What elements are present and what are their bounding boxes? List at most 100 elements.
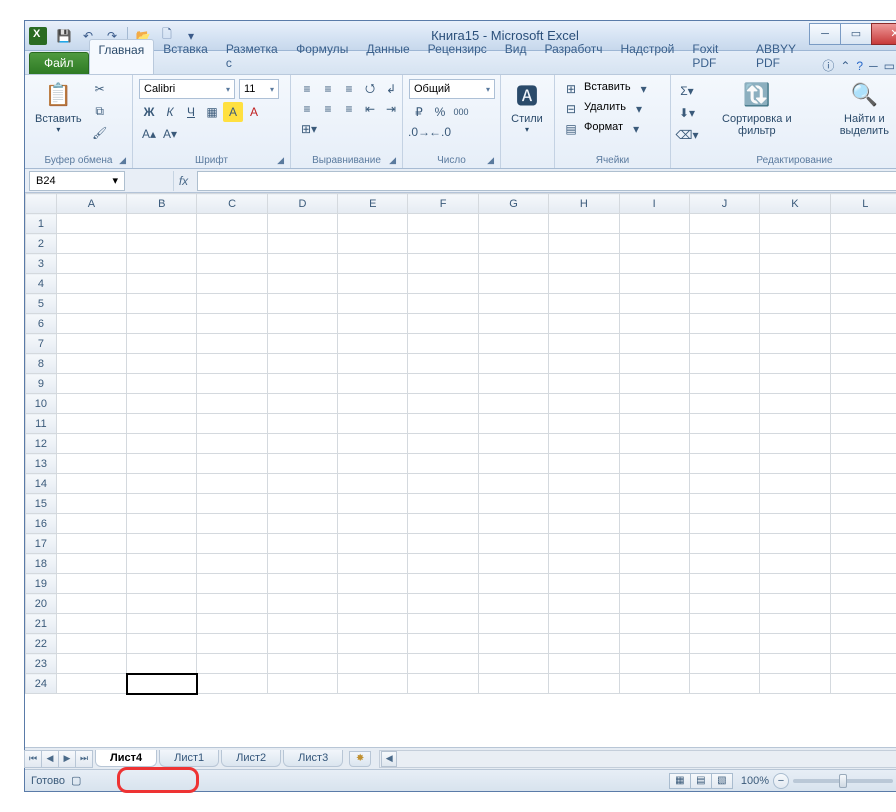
cell[interactable]	[760, 554, 830, 574]
cell[interactable]	[478, 434, 548, 454]
row-header[interactable]: 3	[26, 254, 57, 274]
cell[interactable]	[408, 414, 478, 434]
cell[interactable]	[478, 314, 548, 334]
format-painter-button[interactable]: 🖌	[90, 123, 110, 143]
cell[interactable]	[760, 654, 830, 674]
cell[interactable]	[197, 594, 267, 614]
cell[interactable]	[689, 434, 759, 454]
cell[interactable]	[830, 634, 896, 654]
cell[interactable]	[56, 554, 126, 574]
cell[interactable]	[408, 354, 478, 374]
cell[interactable]	[408, 434, 478, 454]
cell[interactable]	[478, 474, 548, 494]
cell[interactable]	[760, 494, 830, 514]
cell[interactable]	[408, 534, 478, 554]
cell[interactable]	[689, 374, 759, 394]
cell[interactable]	[127, 554, 197, 574]
scroll-left-icon[interactable]: ◀	[381, 751, 397, 767]
cut-button[interactable]: ✂	[90, 79, 110, 99]
cell[interactable]	[619, 214, 689, 234]
help-icon[interactable]: ?	[856, 59, 863, 73]
cell[interactable]	[127, 214, 197, 234]
cell[interactable]	[549, 534, 619, 554]
cell[interactable]	[267, 634, 337, 654]
row-header[interactable]: 19	[26, 574, 57, 594]
cell[interactable]	[197, 314, 267, 334]
cell[interactable]	[408, 574, 478, 594]
column-header[interactable]: A	[56, 194, 126, 214]
align-middle-button[interactable]: ≡	[318, 79, 338, 99]
last-sheet-button[interactable]: ⏭	[75, 750, 93, 768]
cell[interactable]	[197, 394, 267, 414]
cell[interactable]	[830, 334, 896, 354]
cell[interactable]	[689, 474, 759, 494]
column-header[interactable]: H	[549, 194, 619, 214]
cell[interactable]	[408, 294, 478, 314]
zoom-level[interactable]: 100%	[741, 775, 769, 787]
delete-cells-button[interactable]: Удалить	[582, 99, 628, 119]
cell[interactable]	[56, 274, 126, 294]
cell[interactable]	[760, 254, 830, 274]
cell[interactable]	[408, 654, 478, 674]
column-header[interactable]: F	[408, 194, 478, 214]
close-button[interactable]: ✕	[871, 23, 896, 45]
dialog-launcher-icon[interactable]: ◢	[277, 155, 284, 166]
ribbon-tab[interactable]: ABBYY PDF	[747, 39, 822, 74]
cell[interactable]	[478, 494, 548, 514]
cell[interactable]	[127, 574, 197, 594]
cell[interactable]	[830, 534, 896, 554]
cell[interactable]	[267, 574, 337, 594]
cell[interactable]	[127, 434, 197, 454]
cell[interactable]	[689, 454, 759, 474]
cell[interactable]	[56, 214, 126, 234]
cell[interactable]	[830, 594, 896, 614]
row-header[interactable]: 20	[26, 594, 57, 614]
cell[interactable]	[760, 454, 830, 474]
cell[interactable]	[549, 314, 619, 334]
zoom-slider[interactable]	[793, 779, 893, 783]
cell[interactable]	[478, 574, 548, 594]
cell[interactable]	[760, 614, 830, 634]
cell[interactable]	[478, 254, 548, 274]
cell[interactable]	[689, 634, 759, 654]
cell[interactable]	[689, 414, 759, 434]
cell[interactable]	[549, 454, 619, 474]
cell[interactable]	[689, 394, 759, 414]
cell[interactable]	[549, 214, 619, 234]
cell[interactable]	[267, 674, 337, 694]
cell[interactable]	[338, 374, 408, 394]
cell[interactable]	[478, 634, 548, 654]
cell[interactable]	[267, 494, 337, 514]
row-header[interactable]: 5	[26, 294, 57, 314]
cell[interactable]	[760, 234, 830, 254]
fill-button[interactable]: ⬇▾	[677, 103, 697, 123]
cell[interactable]	[549, 254, 619, 274]
cell[interactable]	[619, 454, 689, 474]
wrap-text-button[interactable]: ↲	[381, 79, 401, 99]
increase-indent-button[interactable]: ⇥	[381, 99, 401, 119]
cell[interactable]	[127, 394, 197, 414]
cell[interactable]	[619, 314, 689, 334]
row-header[interactable]: 4	[26, 274, 57, 294]
cell[interactable]	[830, 454, 896, 474]
cell[interactable]	[127, 234, 197, 254]
row-header[interactable]: 16	[26, 514, 57, 534]
ribbon-tab[interactable]: Формулы	[287, 39, 357, 74]
cell[interactable]	[127, 254, 197, 274]
cell[interactable]	[760, 374, 830, 394]
sheet-tab-active[interactable]: Лист4	[95, 750, 157, 767]
fill-color-button[interactable]: A	[223, 102, 243, 122]
cell[interactable]	[56, 674, 126, 694]
cell[interactable]	[56, 234, 126, 254]
cell[interactable]	[127, 674, 197, 694]
cell[interactable]	[127, 634, 197, 654]
cell[interactable]	[267, 394, 337, 414]
cell[interactable]	[619, 434, 689, 454]
row-header[interactable]: 1	[26, 214, 57, 234]
cell[interactable]	[830, 494, 896, 514]
cell[interactable]	[56, 334, 126, 354]
cell[interactable]	[267, 514, 337, 534]
cell[interactable]	[56, 594, 126, 614]
row-header[interactable]: 22	[26, 634, 57, 654]
cell[interactable]	[338, 474, 408, 494]
